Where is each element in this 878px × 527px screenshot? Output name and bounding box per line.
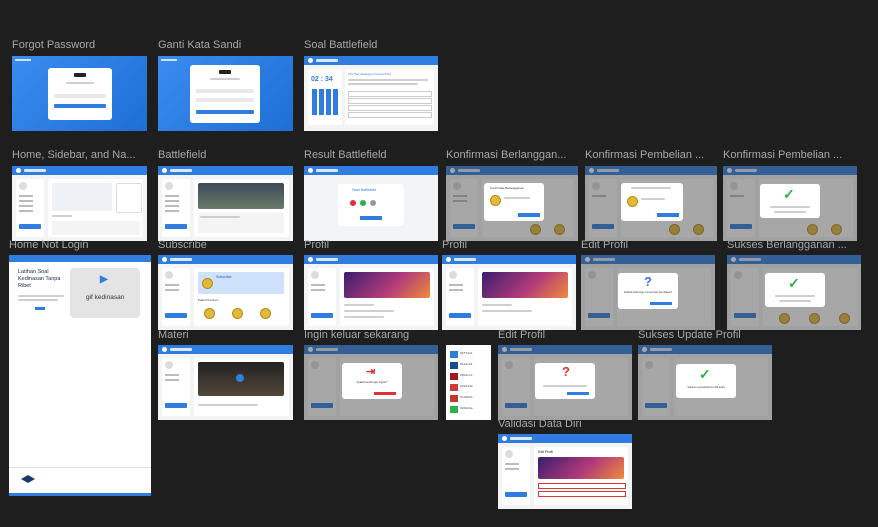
frame-profil-2[interactable] (442, 255, 576, 330)
frame-label-edit-profil-1: Edit Profil (581, 239, 629, 251)
frame-label-result-battlefield: Result Battlefield (304, 149, 387, 161)
frame-label-battlefield: Battlefield (158, 149, 207, 161)
frame-label-konfirmasi-pembelian-2: Konfirmasi Pembelian ... (723, 149, 843, 161)
paket-title: Paket Premium (198, 298, 219, 302)
hero-media-label: gif kedinasan (86, 294, 125, 301)
frame-ganti-kata-sandi[interactable] (158, 56, 293, 131)
frame-sukses-berlangganan[interactable]: ✓ (727, 255, 861, 330)
palette-hex: #9b1c1c (460, 374, 473, 377)
frame-edit-profil-2[interactable]: ? (498, 345, 632, 420)
konfirmasi-title: Konfirmasi Berlangganan (490, 186, 524, 190)
frame-label-sukses-update-profil: Sukses Update Profil (638, 329, 741, 341)
ganti-sandi-card (190, 65, 260, 123)
frame-subscribe[interactable]: Subscribe Paket Premium (158, 255, 293, 330)
palette-hex: #d13a3a (460, 385, 473, 388)
frame-home-not-login[interactable]: Latihan Soal Kedinasan Tanpa Ribet ▶ gif… (9, 255, 151, 496)
frame-label-ingin-keluar: Ingin keluar sekarang (304, 329, 410, 341)
frame-materi[interactable] (158, 345, 293, 420)
palette-hex: #2f7de1 (460, 352, 473, 355)
edit-confirm-modal-2: ? (535, 363, 595, 399)
konfirmasi-modal: Konfirmasi Berlangganan (484, 183, 544, 221)
play-icon: ▶ (100, 274, 108, 285)
frame-label-materi: Materi (158, 329, 189, 341)
frame-label-konfirmasi-pembelian-1: Konfirmasi Pembelian ... (585, 149, 705, 161)
check-icon: ✓ (783, 186, 795, 202)
frame-profil-1[interactable] (304, 255, 438, 330)
frame-sukses-update-profil[interactable]: ✓ Sukses memperbarui profil anda (638, 345, 772, 420)
edit-confirm-modal: ? Apakah anda ingin menyimpan perubahan? (618, 273, 678, 309)
palette-swatch (450, 406, 458, 413)
check-icon: ✓ (699, 366, 711, 382)
frame-label-sukses-berlangganan: Sukses Berlangganan ... (727, 239, 847, 251)
edit-profil-title: Edit Profil (538, 450, 553, 454)
frame-label-home-sidebar: Home, Sidebar, and Na... (12, 149, 136, 161)
frame-edit-profil-1[interactable]: ? Apakah anda ingin menyimpan perubahan? (581, 255, 715, 330)
frame-forgot-password[interactable] (12, 56, 147, 131)
frame-label-profil-2: Profil (442, 239, 468, 251)
hero-title: Latihan Soal Kedinasan Tanpa Ribet (18, 269, 61, 289)
frame-label-ganti-kata-sandi: Ganti Kata Sandi (158, 39, 242, 51)
palette-swatch (450, 362, 458, 369)
palette-hex: #2bb04a (460, 407, 473, 410)
frame-label-validasi-data-diri: Validasi Data Diri (498, 418, 582, 430)
sukses-update-modal: ✓ Sukses memperbarui profil anda (676, 364, 736, 398)
soal-panel: TKI (Tes Intelegensi Umum/TIU) (345, 69, 434, 125)
frame-battlefield[interactable] (158, 166, 293, 241)
frame-label-konfirmasi-berlangganan: Konfirmasi Berlanggan... (446, 149, 567, 161)
result-card: Hasil Battlefield (338, 184, 404, 226)
palette-swatch (450, 351, 458, 358)
result-title: Hasil Battlefield (352, 188, 377, 192)
frame-konfirmasi-pembelian-2[interactable]: ✓ (723, 166, 857, 241)
pembelian-modal (621, 183, 683, 221)
frame-ingin-keluar[interactable]: ⇥ Apakah anda ingin logout? (304, 345, 438, 420)
timer-text: 02 : 34 (311, 76, 333, 83)
sukses-update-text: Sukses memperbarui profil anda (687, 386, 725, 389)
hero-media: ▶ gif kedinasan (70, 268, 140, 318)
frame-konfirmasi-berlangganan[interactable]: Konfirmasi Berlangganan (446, 166, 578, 241)
frame-konfirmasi-pembelian-1[interactable] (585, 166, 717, 241)
frame-home-sidebar[interactable] (12, 166, 147, 241)
question-icon: ? (644, 274, 652, 289)
logout-icon: ⇥ (366, 366, 376, 378)
timer-panel: 02 : 34 (308, 69, 342, 125)
edit-question: Apakah anda ingin menyimpan perubahan? (623, 291, 673, 294)
frame-label-edit-profil-2: Edit Profil (498, 329, 546, 341)
frame-result-battlefield[interactable]: Hasil Battlefield (304, 166, 438, 241)
soal-title: TKI (Tes Intelegensi Umum/TIU) (348, 72, 391, 76)
palette-swatch (450, 395, 458, 402)
frame-label-subscribe: Subscribe (158, 239, 207, 251)
palette-swatch (450, 384, 458, 391)
logout-question: Apakah anda ingin logout? (356, 381, 388, 384)
frame-validasi-data-diri[interactable]: Edit Profil (498, 434, 632, 509)
subscribe-title: Subscribe (216, 275, 232, 279)
frame-label-profil-1: Profil (304, 239, 330, 251)
frame-color-palette: #2f7de1 #1a4c91 #9b1c1c #d13a3a #c0392b #2bb0… (446, 345, 491, 420)
frame-label-forgot-password: Forgot Password (12, 39, 96, 51)
logout-modal: ⇥ Apakah anda ingin logout? (342, 363, 402, 399)
sukses-berlangganan-modal: ✓ (765, 273, 825, 307)
check-icon: ✓ (788, 275, 800, 291)
palette-hex: #c0392b (460, 396, 473, 399)
frame-label-soal-battlefield: Soal Battlefield (304, 39, 378, 51)
warning-icon: ? (562, 364, 570, 379)
frame-label-home-not-login: Home Not Login (9, 239, 89, 251)
frame-soal-battlefield[interactable]: 02 : 34 TKI (Tes Intelegensi Umum/TIU) (304, 56, 438, 131)
forgot-card (48, 68, 112, 120)
pembelian-sukses-modal: ✓ (760, 184, 820, 218)
design-canvas: { "frames": { "forgot_password": "Forgot… (0, 0, 878, 527)
palette-swatch (450, 373, 458, 380)
palette-hex: #1a4c91 (460, 363, 473, 366)
